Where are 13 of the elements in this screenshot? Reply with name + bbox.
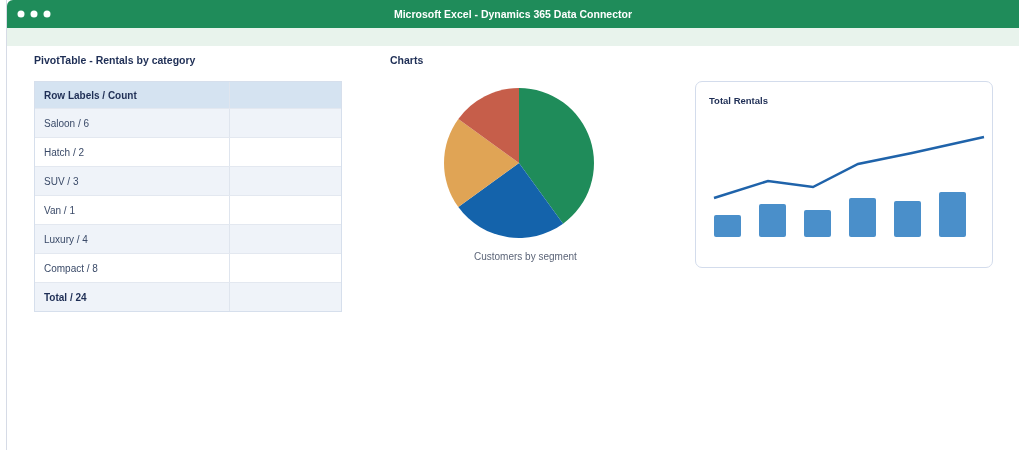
chart-bar — [894, 201, 921, 237]
chart-bar — [849, 198, 876, 237]
chart-bar — [804, 210, 831, 237]
chart-bar — [714, 215, 741, 237]
chart-bar — [759, 204, 786, 237]
window-controls-icon[interactable] — [17, 10, 51, 18]
table-cell: Total / 24 — [35, 283, 230, 311]
section-title: Charts — [390, 54, 425, 68]
window-title: Microsoft Excel - Dynamics 365 Data Connector — [393, 8, 633, 20]
section-title: PivotTable - Rentals by category — [34, 54, 197, 68]
chart-bar — [939, 192, 966, 237]
chart-caption: Customers by segment — [474, 251, 578, 262]
chart-title: Total Rentals — [709, 95, 768, 106]
